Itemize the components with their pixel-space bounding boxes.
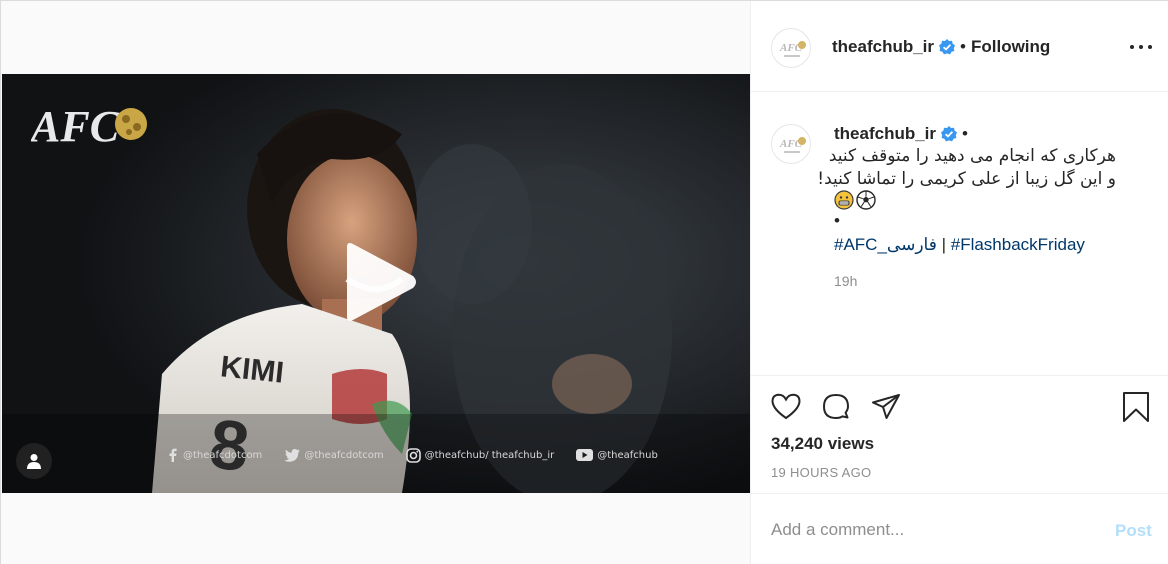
post-container: KIMI 8 AFC @theafcdotcom @theafcdotcom @… xyxy=(0,0,1168,564)
header-user-line: theafchub_ir • Following xyxy=(832,37,1050,57)
comment-button[interactable] xyxy=(819,390,853,424)
caption-section: AFC theafchub_ir • هرکاری که انجام می ده… xyxy=(751,92,1168,376)
social-handle-youtube: @theafchub xyxy=(576,449,658,461)
instagram-icon xyxy=(405,447,421,463)
social-handle-instagram: @theafchub/ theafchub_ir xyxy=(405,447,555,463)
facebook-icon xyxy=(169,448,177,462)
post-comment-button[interactable]: Post xyxy=(1115,521,1152,541)
social-handle-text: @theafcdotcom xyxy=(183,449,263,461)
caption-user-line: theafchub_ir • xyxy=(834,124,973,144)
social-handle-text: @theafchub xyxy=(597,449,658,461)
svg-text:AFC: AFC xyxy=(31,102,120,149)
header-separator: • xyxy=(960,37,966,56)
tagged-users-button[interactable] xyxy=(16,443,52,479)
caption-text-line: هرکاری که انجام می دهید را متوقف کنید xyxy=(828,146,1116,166)
social-handle-text: @theafchub/ theafchub_ir xyxy=(424,449,555,461)
play-button[interactable] xyxy=(341,241,419,323)
following-button[interactable]: Following xyxy=(971,37,1050,57)
soccer-ball-icon xyxy=(856,190,876,210)
caption-hashtags: #AFC_فارسی | #FlashbackFriday xyxy=(834,235,1085,255)
social-handle-text: @theafcdotcom xyxy=(304,449,384,461)
like-button[interactable] xyxy=(769,390,803,424)
share-button[interactable] xyxy=(869,390,903,424)
hashtag-link[interactable]: #FlashbackFriday xyxy=(951,235,1085,254)
youtube-icon xyxy=(576,449,594,461)
comment-bar: Post xyxy=(751,494,1168,564)
afc-hub-logo-icon: AFC xyxy=(779,137,806,153)
header-username[interactable]: theafchub_ir xyxy=(832,37,934,57)
post-sidebar: AFC theafchub_ir • Following AFC theafch… xyxy=(750,1,1168,564)
afc-logo: AFC xyxy=(31,102,147,149)
caption-text-line: و این گل زیبا از علی کریمی را تماشا کنید… xyxy=(817,169,1116,189)
caption-emojis xyxy=(834,190,876,210)
more-dot-icon xyxy=(1148,45,1152,49)
more-dot-icon xyxy=(1139,45,1143,49)
avatar[interactable]: AFC xyxy=(771,124,811,164)
caption-separator: • xyxy=(962,124,968,143)
afc-hub-logo-icon: AFC xyxy=(779,41,806,57)
caption-timestamp[interactable]: 19h xyxy=(834,273,857,289)
action-section: 34,240 views 19 HOURS AGO xyxy=(751,376,1168,494)
comment-bubble-icon xyxy=(823,394,849,419)
comment-input[interactable] xyxy=(771,518,1091,542)
social-handle-twitter: @theafcdotcom xyxy=(284,448,384,462)
jersey-name: KIMI xyxy=(219,350,285,389)
caption-bullet: • xyxy=(834,211,840,230)
social-handles-strip: @theafcdotcom @theafcdotcom @theafchub/ … xyxy=(167,445,658,465)
post-header: AFC theafchub_ir • Following xyxy=(751,1,1168,92)
heart-icon xyxy=(771,393,801,420)
save-button[interactable] xyxy=(1119,390,1153,424)
views-count[interactable]: 34,240 views xyxy=(771,434,874,454)
verified-badge-icon xyxy=(941,126,958,142)
paper-plane-icon xyxy=(872,394,900,419)
avatar[interactable]: AFC xyxy=(771,28,811,68)
caption-username[interactable]: theafchub_ir xyxy=(834,124,936,144)
media-column: KIMI 8 AFC @theafcdotcom @theafcdotcom @… xyxy=(1,1,750,564)
twitter-icon xyxy=(284,448,301,462)
grinning-face-icon xyxy=(834,190,854,210)
more-options-button[interactable] xyxy=(1130,37,1152,57)
hashtag-separator: | xyxy=(936,235,951,254)
video-player[interactable]: KIMI 8 AFC @theafcdotcom @theafcdotcom @… xyxy=(2,74,750,493)
more-dot-icon xyxy=(1130,45,1134,49)
post-age[interactable]: 19 HOURS AGO xyxy=(771,465,871,480)
verified-badge-icon xyxy=(939,39,956,55)
hashtag-link[interactable]: #AFC_فارسی xyxy=(834,235,937,254)
social-handle-facebook: @theafcdotcom xyxy=(167,448,262,462)
user-icon xyxy=(27,454,41,469)
bookmark-icon xyxy=(1123,392,1149,422)
